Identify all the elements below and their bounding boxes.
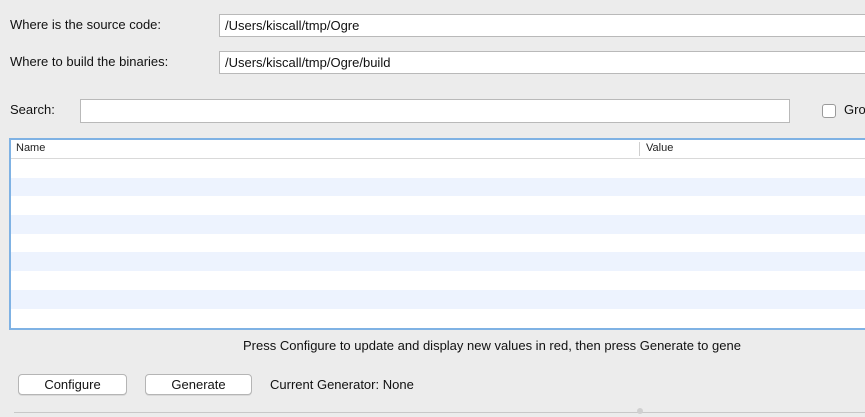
splitter-handle[interactable] xyxy=(637,408,643,414)
grouped-checkbox[interactable] xyxy=(822,104,836,118)
table-header: Name Value xyxy=(11,140,865,159)
build-dir-input[interactable] xyxy=(219,51,865,74)
table-row xyxy=(11,159,865,178)
column-divider[interactable] xyxy=(639,142,640,156)
source-dir-input[interactable] xyxy=(219,14,865,37)
table-body xyxy=(11,159,865,328)
table-row xyxy=(11,215,865,234)
column-header-value[interactable]: Value xyxy=(646,142,673,154)
current-generator-label: Current Generator: None xyxy=(270,377,414,392)
grouped-checkbox-label[interactable]: Gro xyxy=(844,102,865,117)
search-label: Search: xyxy=(10,102,55,117)
source-dir-label: Where is the source code: xyxy=(10,17,162,32)
cache-variables-table[interactable]: Name Value xyxy=(9,138,865,330)
splitter-divider xyxy=(14,412,865,413)
column-header-name[interactable]: Name xyxy=(16,142,45,154)
status-message: Press Configure to update and display ne… xyxy=(243,338,741,353)
table-row xyxy=(11,289,865,309)
table-row xyxy=(11,252,865,272)
search-input[interactable] xyxy=(80,99,790,123)
table-row xyxy=(11,196,865,216)
table-row xyxy=(11,308,865,328)
table-row xyxy=(11,233,865,253)
build-dir-label: Where to build the binaries: xyxy=(10,54,169,69)
generate-button[interactable]: Generate xyxy=(145,374,252,395)
table-row xyxy=(11,271,865,290)
configure-button[interactable]: Configure xyxy=(18,374,127,395)
table-row xyxy=(11,177,865,197)
